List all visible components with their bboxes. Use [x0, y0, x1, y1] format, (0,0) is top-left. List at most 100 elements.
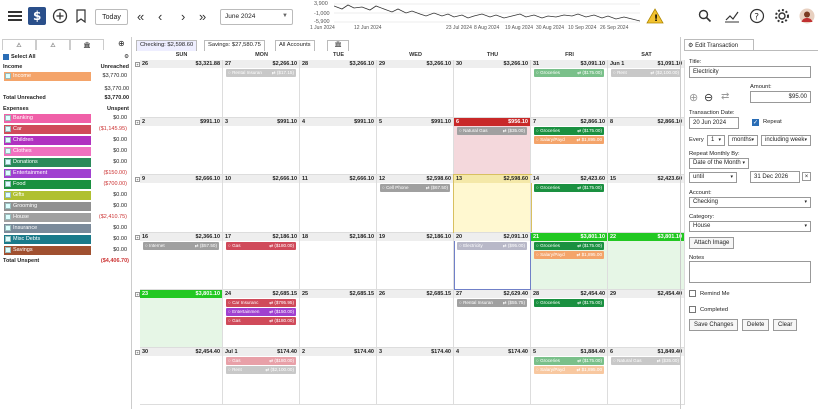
- transaction-chip[interactable]: ○ Rental Insuran ⇄ ($17.15): [226, 69, 296, 77]
- calendar-day-cell[interactable]: 24 $2,685.15 ○ Car Insuranc ⇄ ($795.95) ○ En…: [223, 290, 300, 348]
- tab-categories[interactable]: ⚠: [2, 39, 36, 50]
- calendar-day-cell[interactable]: 6 $956.10 ○ Natural Gas ⇄ ($35.00): [454, 117, 531, 175]
- clear-date-icon[interactable]: ×: [802, 172, 811, 181]
- calendar-day-cell[interactable]: 5 $991.10: [377, 117, 454, 175]
- including-select[interactable]: including week ▾: [761, 135, 811, 146]
- expenses-category-row[interactable]: Entertainment ($150.00): [0, 169, 132, 178]
- transaction-chip[interactable]: ○ Rental Insuran ⇄ ($55.75): [457, 299, 527, 307]
- category-checkbox[interactable]: [5, 73, 11, 79]
- transaction-chip[interactable]: ○ Gas ⇄ ($180.00): [226, 356, 296, 365]
- calendar-day-cell[interactable]: 20 $2,091.10 ○ Electricity ⇄ ($95.00): [454, 232, 531, 290]
- calendar-day-cell[interactable]: 29 $3,266.10: [377, 60, 454, 118]
- calendar-day-cell[interactable]: 23 $3,801.10: [140, 290, 223, 348]
- expenses-category-row[interactable]: Misc Debts $0.00: [0, 235, 132, 244]
- expenses-category-tag[interactable]: Car: [4, 125, 91, 134]
- select-all-row[interactable]: Select All ⚙: [3, 52, 129, 61]
- category-checkbox[interactable]: [5, 126, 11, 132]
- transaction-chip[interactable]: ○ Cell Phone ⇄ ($67.50): [380, 184, 450, 192]
- expenses-category-tag[interactable]: Donations: [4, 158, 91, 167]
- transfer-icon[interactable]: ⇄: [721, 91, 729, 102]
- calendar-day-cell[interactable]: 9 $2,666.10: [140, 175, 223, 233]
- calendar-day-cell[interactable]: 31 $3,091.10 ○ Groceries ⇄ ($175.00): [531, 60, 608, 118]
- transaction-chip[interactable]: ○ Gas ⇄ ($180.00): [226, 241, 296, 250]
- clear-button[interactable]: Clear: [773, 319, 798, 331]
- transaction-chip[interactable]: ○ Internet ⇄ ($57.50): [143, 241, 219, 250]
- next-year-icon[interactable]: »: [199, 8, 206, 26]
- calendar-day-cell[interactable]: 12 $2,598.60 ○ Cell Phone ⇄ ($67.50): [377, 175, 454, 233]
- expenses-category-row[interactable]: Food ($700.00): [0, 180, 132, 189]
- avatar[interactable]: [798, 7, 816, 25]
- tab-accounts[interactable]: 🏛: [70, 39, 104, 50]
- next-month-icon[interactable]: ›: [181, 8, 185, 26]
- category-checkbox[interactable]: [5, 170, 11, 176]
- menu-icon[interactable]: [6, 7, 24, 25]
- transaction-date-input[interactable]: 20 Jun 2024: [689, 117, 739, 129]
- expenses-category-tag[interactable]: Clothes: [4, 147, 91, 156]
- expenses-category-row[interactable]: House ($2,410.75): [0, 213, 132, 222]
- calendar-day-cell[interactable]: 28 $3,266.10: [300, 60, 377, 118]
- expenses-category-row[interactable]: Grooming $0.00: [0, 202, 132, 211]
- bookmark-icon[interactable]: [72, 7, 90, 25]
- prev-year-icon[interactable]: «: [137, 8, 144, 26]
- tab-alerts[interactable]: ⚠: [36, 39, 70, 50]
- balance-sparkline[interactable]: 3,900 -1,000 -5,900 1 Jun 2024 12 Jun 20…: [306, 0, 640, 36]
- transaction-chip[interactable]: ○ Car Insuranc ⇄ ($795.95): [226, 299, 296, 307]
- calendar-day-cell[interactable]: 14 $2,423.60 ○ Groceries ⇄ ($175.00): [531, 175, 608, 233]
- until-select[interactable]: until ▾: [689, 172, 737, 183]
- category-checkbox[interactable]: [5, 159, 11, 165]
- category-checkbox[interactable]: [5, 247, 11, 253]
- delete-button[interactable]: Delete: [742, 319, 770, 331]
- every-count-select[interactable]: 1 ▾: [707, 135, 725, 146]
- expenses-category-tag[interactable]: House: [4, 213, 91, 222]
- until-date-input[interactable]: 31 Dec 2026: [750, 171, 800, 183]
- calendar-day-cell[interactable]: 8 $2,866.10: [608, 117, 685, 175]
- category-checkbox[interactable]: [5, 236, 11, 242]
- transaction-chip[interactable]: ○ Electricity ⇄ ($95.00): [457, 241, 527, 250]
- expenses-category-tag[interactable]: Food: [4, 180, 91, 189]
- income-category-row[interactable]: Income $3,770.00: [0, 72, 132, 81]
- calendar-day-cell[interactable]: 7 $2,866.10 ○ Groceries ⇄ ($175.00) ○ Salary…: [531, 117, 608, 175]
- category-select[interactable]: House ▾: [689, 221, 811, 232]
- calendar-day-cell[interactable]: 5 $1,884.40 ○ Groceries ⇄ ($175.00) ○ Salary…: [531, 347, 608, 405]
- transaction-chip[interactable]: ○ Natural Gas ⇄ ($35.00): [611, 356, 681, 365]
- transaction-chip[interactable]: ○ Groceries ⇄ ($175.00): [534, 69, 604, 77]
- save-changes-button[interactable]: Save Changes: [689, 319, 739, 331]
- expenses-category-tag[interactable]: Entertainment: [4, 169, 91, 178]
- category-checkbox[interactable]: [5, 115, 11, 121]
- expenses-category-row[interactable]: Children $0.00: [0, 136, 132, 145]
- calendar-day-cell[interactable]: 29 $2,454.40: [608, 290, 685, 348]
- notes-textarea[interactable]: [689, 261, 811, 283]
- repeat-checkbox[interactable]: ✓: [752, 119, 759, 126]
- transaction-chip[interactable]: ○ Groceries ⇄ ($175.00): [534, 241, 604, 250]
- tab-checking[interactable]: Checking: $2,598.60: [136, 40, 198, 51]
- expenses-category-tag[interactable]: Banking: [4, 114, 91, 123]
- calendar-day-cell[interactable]: 4 $174.40: [454, 347, 531, 405]
- tab-all-accounts[interactable]: All Accounts: [275, 40, 315, 51]
- calendar-day-cell[interactable]: 18 $2,186.10: [300, 232, 377, 290]
- category-checkbox[interactable]: [5, 203, 11, 209]
- transaction-chip[interactable]: ○ Natural Gas ⇄ ($35.00): [457, 126, 527, 135]
- calendar-day-cell[interactable]: 3 $174.40: [377, 347, 454, 405]
- calendar-day-cell[interactable]: 10 $2,666.10: [223, 175, 300, 233]
- tab-savings[interactable]: Savings: $27,580.75: [204, 40, 265, 51]
- remind-me-checkbox[interactable]: [689, 290, 696, 297]
- expenses-category-tag[interactable]: Misc Debts: [4, 235, 91, 244]
- add-category-icon[interactable]: ⊕: [118, 39, 125, 48]
- today-button[interactable]: Today: [95, 9, 128, 25]
- transaction-chip[interactable]: ○ Salary/Payd ⇄ $1,895.00: [534, 250, 604, 259]
- calendar-day-cell[interactable]: 19 $2,186.10: [377, 232, 454, 290]
- expenses-category-tag[interactable]: Savings: [4, 246, 91, 255]
- completed-checkbox[interactable]: [689, 306, 696, 313]
- transaction-chip[interactable]: ○ Entertainmen ⇄ ($150.00): [226, 308, 296, 316]
- category-checkbox[interactable]: [5, 192, 11, 198]
- category-checkbox[interactable]: [5, 214, 11, 220]
- calendar-day-cell[interactable]: 3 $991.10: [223, 117, 300, 175]
- expenses-category-row[interactable]: Gifts $0.00: [0, 191, 132, 200]
- reports-icon[interactable]: [723, 7, 741, 25]
- edit-transaction-tab[interactable]: ⚙ Edit Transaction: [684, 39, 754, 50]
- calendar-day-cell[interactable]: Jul 1 $174.40 ○ Gas ⇄ ($180.00) ○ Rent ⇄ ($2,…: [223, 347, 300, 405]
- warning-icon[interactable]: !: [646, 7, 664, 25]
- title-input[interactable]: Electricity: [689, 66, 811, 78]
- expenses-category-row[interactable]: Savings $0.00: [0, 246, 132, 255]
- calendar-day-cell[interactable]: 22 $3,801.10: [608, 232, 685, 290]
